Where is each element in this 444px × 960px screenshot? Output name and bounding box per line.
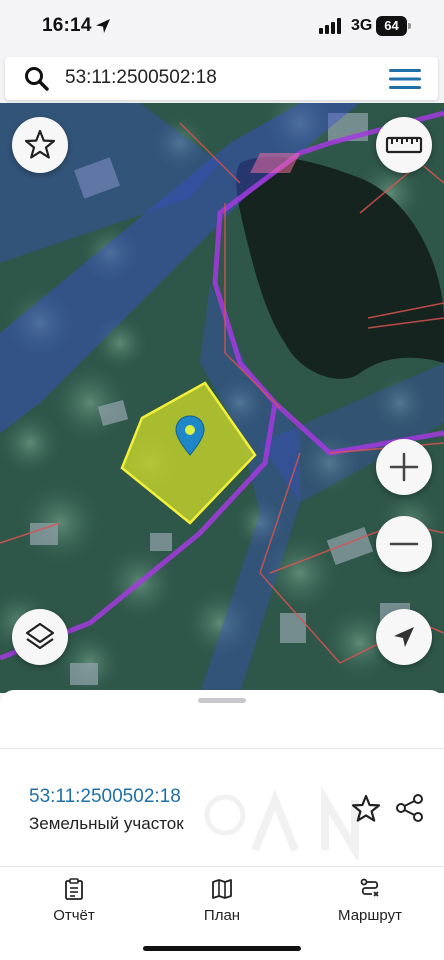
status-time: 16:14 [42,15,92,36]
tab-report-label: Отчёт [53,907,95,924]
status-bar: 16:14 3G 64 [0,0,444,52]
tab-route-label: Маршрут [338,907,402,924]
parcel-type-label: Земельный участок [29,814,184,833]
menu-icon[interactable] [387,67,423,91]
plus-icon [389,452,419,482]
map-view[interactable] [0,103,444,693]
tab-plan[interactable]: План [162,877,282,937]
parcel-sheet[interactable]: 53:11:2500502:18 Земельный участок [0,690,444,866]
navigation-arrow-icon [394,627,414,647]
star-icon[interactable] [350,793,382,825]
zoom-in-button[interactable] [376,439,432,495]
home-indicator[interactable] [143,946,301,951]
my-location-button[interactable] [376,609,432,665]
signal-icon [319,18,341,34]
measure-button[interactable] [376,117,432,173]
tab-plan-label: План [203,907,241,924]
share-icon[interactable] [394,792,426,824]
layers-icon [25,622,55,650]
battery-level: 64 [384,18,399,33]
satellite-map[interactable] [0,103,444,693]
search-icon[interactable] [23,65,51,93]
location-arrow-icon [96,19,110,33]
map-icon [212,879,232,899]
battery-icon: 64 [376,16,412,36]
tab-route[interactable]: Маршрут [310,877,430,937]
layers-button[interactable] [12,609,68,665]
zoom-out-button[interactable] [376,516,432,572]
ruler-icon [385,136,423,154]
clipboard-icon [65,878,83,900]
minus-icon [389,542,419,546]
star-icon [24,129,56,159]
tab-report[interactable]: Отчёт [14,877,134,937]
parcel-cadastral-number[interactable]: 53:11:2500502:18 [29,786,181,808]
route-icon [360,878,379,897]
network-type: 3G [351,17,373,34]
favorite-map-button[interactable] [12,117,68,173]
search-bar[interactable]: 53:11:2500502:18 [5,57,438,100]
divider [0,748,444,749]
sheet-drag-handle[interactable] [198,698,246,703]
search-input[interactable]: 53:11:2500502:18 [65,67,365,91]
